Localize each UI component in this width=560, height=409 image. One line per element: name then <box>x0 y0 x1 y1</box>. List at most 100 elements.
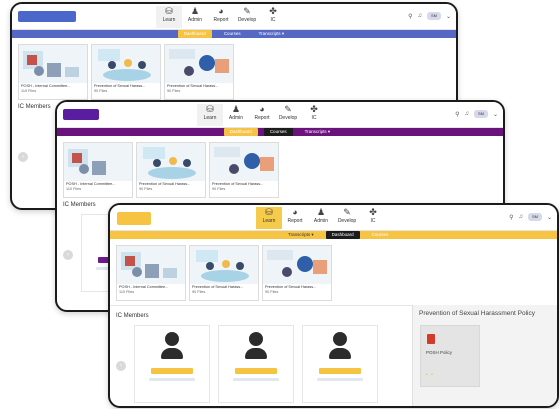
nav-item-admin[interactable]: ♟ Admin <box>308 207 334 229</box>
nav-item-develop[interactable]: ✎ Develop <box>275 104 301 126</box>
nav-item-develop[interactable]: ✎ Develop <box>334 207 360 229</box>
brand-logo[interactable] <box>63 109 99 120</box>
member-name-bar <box>319 368 361 374</box>
member-card[interactable] <box>218 325 294 403</box>
nav-item-report[interactable]: ◕ Report <box>249 104 275 126</box>
nav-item-label: Develop <box>237 17 257 23</box>
avatar[interactable]: SM <box>473 110 488 118</box>
nav-item-label: Report <box>213 17 229 23</box>
top-navbar: ⛁ Learn ♟ Admin ◕ Report ✎ Develop ✤ IC ⚲ ♫ SM ⌄ <box>12 4 456 30</box>
carousel-prev-icon[interactable]: ‹ <box>63 250 73 260</box>
nav-item-learn[interactable]: ⛁ Learn <box>197 104 223 126</box>
course-card[interactable]: POSH - Internal Committee... 110 Files <box>116 245 186 301</box>
tab-dashboard[interactable]: Dashboard <box>325 231 360 239</box>
nav-item-admin[interactable]: ♟ Admin <box>182 6 208 28</box>
file-count: 90 Files <box>139 187 153 191</box>
course-card[interactable]: Prevention of Sexual Harass... 90 Files <box>262 245 332 301</box>
tab-transcripts[interactable]: Transcripts ▾ <box>282 231 320 239</box>
course-card[interactable]: Prevention of Sexual Harass... 90 Files <box>136 142 206 198</box>
nav-item-develop[interactable]: ✎ Develop <box>234 6 260 28</box>
course-thumbnail <box>137 143 205 181</box>
policy-document-card[interactable]: POSH Policy • • <box>420 325 480 387</box>
avatar[interactable]: SM <box>527 213 542 221</box>
notification-icon[interactable]: ♫ <box>417 13 422 19</box>
member-card[interactable] <box>134 325 210 403</box>
tab-dashboard[interactable]: Dashboard <box>177 30 212 38</box>
course-card[interactable]: Prevention of Sexual Harass... 90 Files <box>209 142 279 198</box>
brand-logo[interactable] <box>18 11 76 22</box>
nav-item-label: Learn <box>162 17 176 23</box>
member-card[interactable] <box>302 325 378 403</box>
brand-logo[interactable] <box>117 212 151 225</box>
search-icon[interactable]: ⚲ <box>455 111 459 118</box>
carousel-prev-icon[interactable]: ‹ <box>116 361 126 371</box>
nav-item-admin[interactable]: ♟ Admin <box>223 104 249 126</box>
top-right-icons: ⚲ ♫ SM ⌄ <box>509 213 552 221</box>
nav-item-ic[interactable]: ✤ IC <box>360 207 386 229</box>
nav-item-label: Develop <box>278 115 298 121</box>
course-card[interactable]: Prevention of Sexual Harass... 90 Files <box>91 44 161 100</box>
tab-courses[interactable]: Courses <box>263 128 293 136</box>
course-thumbnail <box>165 45 233 83</box>
collage: ⛁ Learn ♟ Admin ◕ Report ✎ Develop ✤ IC ⚲ ♫ SM ⌄ … <box>0 0 560 409</box>
learn-icon: ⛁ <box>265 207 273 217</box>
nav-item-report[interactable]: ◕ Report <box>282 207 308 229</box>
tab-transcripts[interactable]: Transcripts ▾ <box>253 30 291 38</box>
member-name-bar <box>151 368 193 374</box>
nav-item-label: Admin <box>187 17 203 23</box>
report-icon: ◕ <box>218 6 224 16</box>
course-card[interactable]: POSH - Internal Committee... 110 Files <box>63 142 133 198</box>
main-nav: ⛁ Learn ◕ Report ♟ Admin ✎ Develop ✤ IC <box>256 207 386 229</box>
tab-dashboard[interactable]: Dashboard <box>223 128 258 136</box>
screenshot-yellow-theme: ⛁ Learn ◕ Report ♟ Admin ✎ Develop ✤ IC ⚲ ♫ SM ⌄ … <box>108 203 559 408</box>
top-navbar: ⛁ Learn ◕ Report ♟ Admin ✎ Develop ✤ IC ⚲ ♫ SM ⌄ <box>110 205 557 231</box>
search-icon[interactable]: ⚲ <box>408 13 412 20</box>
course-cards: POSH - Internal Committee... 110 Files P… <box>110 239 557 301</box>
nav-item-report[interactable]: ◕ Report <box>208 6 234 28</box>
course-card[interactable]: POSH - Internal Committee... 110 Files <box>18 44 88 100</box>
pdf-icon <box>427 334 435 344</box>
avatar[interactable]: SM <box>426 12 441 20</box>
notification-icon[interactable]: ♫ <box>464 111 469 117</box>
course-card[interactable]: Prevention of Sexual Harass... 90 Files <box>164 44 234 100</box>
develop-icon: ✎ <box>243 6 251 16</box>
nav-item-label: Report <box>287 218 303 224</box>
search-icon[interactable]: ⚲ <box>509 214 513 221</box>
nav-item-label: IC <box>370 218 376 224</box>
chevron-down-icon[interactable]: ⌄ <box>547 214 552 221</box>
nav-item-learn[interactable]: ⛁ Learn <box>156 6 182 28</box>
nav-item-label: Admin <box>228 115 244 121</box>
nav-item-learn[interactable]: ⛁ Learn <box>256 207 282 229</box>
tab-courses[interactable]: Courses <box>366 231 395 239</box>
course-card[interactable]: Prevention of Sexual Harass... 90 Files <box>189 245 259 301</box>
develop-icon: ✎ <box>284 104 292 114</box>
section-title: IC Members <box>116 313 149 319</box>
main-nav: ⛁ Learn ♟ Admin ◕ Report ✎ Develop ✤ IC <box>197 104 327 126</box>
nav-item-ic[interactable]: ✤ IC <box>260 6 286 28</box>
chevron-down-icon[interactable]: ⌄ <box>493 111 498 118</box>
develop-icon: ✎ <box>343 207 351 217</box>
notification-icon[interactable]: ♫ <box>518 214 523 220</box>
file-count: 90 Files <box>192 290 206 294</box>
nav-item-ic[interactable]: ✤ IC <box>301 104 327 126</box>
top-right-icons: ⚲ ♫ SM ⌄ <box>455 110 498 118</box>
member-role-bar <box>233 378 279 381</box>
ic-icon: ✤ <box>369 207 377 217</box>
nav-item-label: IC <box>270 17 276 23</box>
learn-icon: ⛁ <box>206 104 214 114</box>
nav-item-label: Learn <box>203 115 217 121</box>
file-count: 90 Files <box>94 89 108 93</box>
tab-transcripts[interactable]: Transcripts ▾ <box>299 128 337 136</box>
sub-navbar: Transcripts ▾ Dashboard Courses <box>110 231 557 239</box>
course-cards: POSH - Internal Committee... 110 Files P… <box>12 38 456 100</box>
tab-courses[interactable]: Courses <box>218 30 247 38</box>
nav-item-label: Develop <box>337 218 357 224</box>
course-thumbnail <box>117 246 185 284</box>
main-nav: ⛁ Learn ♟ Admin ◕ Report ✎ Develop ✤ IC <box>156 6 286 28</box>
ic-icon: ✤ <box>310 104 318 114</box>
nav-item-label: IC <box>311 115 317 121</box>
member-role-bar <box>149 378 195 381</box>
chevron-down-icon[interactable]: ⌄ <box>446 13 451 20</box>
admin-icon: ♟ <box>231 104 241 114</box>
carousel-prev-icon[interactable]: ‹ <box>18 152 28 162</box>
